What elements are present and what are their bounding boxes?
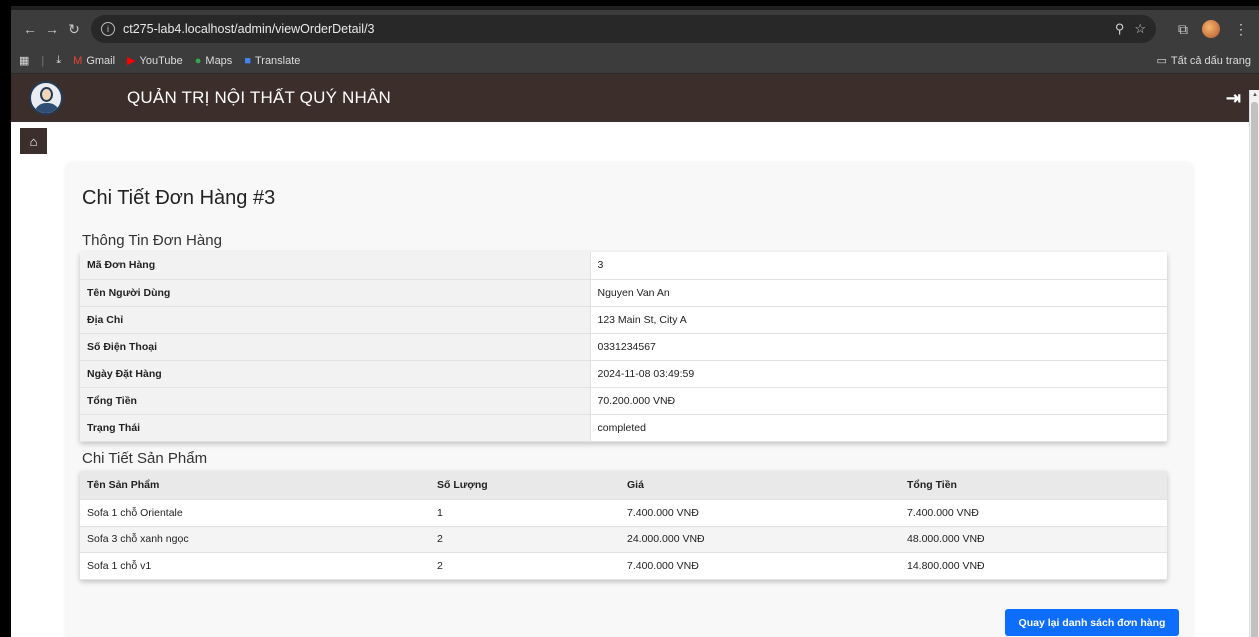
table-cell: 1 [430,499,620,527]
home-button[interactable]: ⌂ [20,128,47,154]
table-cell: Sofa 3 chỗ xanh ngọc [80,526,430,553]
table-cell: 24.000.000 VNĐ [620,526,900,553]
zoom-icon[interactable]: ⚲ [1115,21,1125,37]
table-cell: 2 [430,526,620,553]
info-value: 2024-11-08 03:49:59 [590,360,1167,388]
table-cell: 7.400.000 VNĐ [620,499,900,527]
info-row: Trạng Thái completed [80,414,1167,442]
info-row: Ngày Đặt Hàng 2024-11-08 03:49:59 [80,360,1167,388]
table-cell: 7.400.000 VNĐ [620,552,900,580]
info-row: Mã Đơn Hàng 3 [80,252,1167,280]
info-value: 0331234567 [590,333,1167,361]
order-info-title: Thông Tin Đơn Hàng [82,232,222,249]
table-cell: 7.400.000 VNĐ [900,499,1167,527]
info-label: Ngày Đặt Hàng [80,360,591,388]
column-header: Giá [620,470,900,500]
download-icon[interactable]: ⤓ [56,54,61,67]
logout-icon[interactable]: ⇥ [1226,88,1241,109]
order-detail-card: Chi Tiết Đơn Hàng #3 Thông Tin Đơn Hàng … [66,163,1193,637]
info-value: 3 [590,252,1167,280]
table-row: Sofa 1 chỗ Orientale 1 7.400.000 VNĐ 7.400.… [80,499,1167,527]
bookmarks-bar: ▦ | ⤓ M Gmail ▶ YouTube ● Maps ■ Translate ▭… [11,48,1259,74]
site-info-icon[interactable]: i [101,22,115,36]
products-title: Chi Tiết Sản Phẩm [82,449,208,467]
table-cell: 14.800.000 VNĐ [900,552,1167,580]
address-bar[interactable]: i ct275-lab4.localhost/admin/viewOrderDe… [91,15,1156,43]
extensions-icon[interactable]: ⧉ [1178,21,1188,38]
scroll-up-icon[interactable]: ▲ [1252,92,1258,98]
info-value: 70.200.000 VNĐ [590,387,1167,415]
home-icon: ⌂ [29,133,38,149]
page-title: Chi Tiết Đơn Hàng #3 [82,187,276,209]
apps-icon[interactable]: ▦ [19,54,29,67]
table-row: Sofa 1 chỗ v1 2 7.400.000 VNĐ 14.800.000 VN… [80,552,1167,580]
info-row: Tổng Tiền 70.200.000 VNĐ [80,387,1167,415]
bookmark-translate[interactable]: ■ Translate [244,55,300,67]
folder-icon: ▭ [1156,55,1167,67]
all-bookmarks[interactable]: ▭ Tất cả dấu trang [1156,54,1251,68]
app-title: QUẢN TRỊ NỘI THẤT QUÝ NHÂN [127,88,392,107]
info-label: Địa Chỉ [80,306,591,334]
info-row: Địa Chỉ 123 Main St, City A [80,306,1167,334]
page-scrollbar[interactable]: ▲ [1249,90,1259,637]
info-value: completed [590,414,1167,442]
table-cell: Sofa 1 chỗ Orientale [80,499,430,527]
app-header: QUẢN TRỊ NỘI THẤT QUÝ NHÂN ⇥ [11,74,1259,122]
info-value: Nguyen Van An [590,279,1167,307]
admin-avatar [29,81,63,115]
info-label: Số Điện Thoại [80,333,591,361]
column-header: Tên Sản Phẩm [80,470,430,500]
url-text[interactable]: ct275-lab4.localhost/admin/viewOrderDeta… [123,22,1105,36]
toolbar: ← → ↻ i ct275-lab4.localhost/admin/viewO… [11,10,1259,48]
table-cell: 48.000.000 VNĐ [900,526,1167,553]
bookmark-youtube[interactable]: ▶ YouTube [127,54,183,68]
menu-icon[interactable]: ⋮ [1234,21,1248,38]
info-label: Trạng Thái [80,414,591,442]
info-label: Tổng Tiền [80,387,591,415]
info-row: Tên Người Dùng Nguyen Van An [80,279,1167,307]
reload-icon[interactable]: ↻ [63,21,85,38]
back-arrow-icon[interactable]: ← [19,21,41,37]
back-to-orders-button[interactable]: Quay lại danh sách đơn hàng [1005,609,1179,636]
table-cell: Sofa 1 chỗ v1 [80,552,430,580]
divider: | [41,54,45,67]
order-info-table: Mã Đơn Hàng 3 Tên Người Dùng Nguyen Van An Đ… [80,252,1167,442]
table-row: Sofa 3 chỗ xanh ngọc 2 24.000.000 VNĐ 48.00… [80,526,1167,553]
profile-avatar[interactable] [1202,20,1220,38]
info-label: Mã Đơn Hàng [80,252,591,280]
bookmark-gmail[interactable]: M Gmail [73,55,115,67]
column-header: Số Lượng [430,470,620,500]
products-table: Tên Sản Phẩm Số Lượng Giá Tổng Tiền Sofa 1 … [80,470,1167,580]
table-cell: 2 [430,552,620,580]
column-header: Tổng Tiền [900,470,1167,500]
browser-window: ← → ↻ i ct275-lab4.localhost/admin/viewO… [11,6,1259,637]
info-value: 123 Main St, City A [590,306,1167,334]
scrollbar-thumb[interactable] [1251,102,1258,637]
bookmark-maps[interactable]: ● Maps [195,55,233,67]
star-icon[interactable]: ☆ [1134,21,1146,37]
info-label: Tên Người Dùng [80,279,591,307]
forward-arrow-icon[interactable]: → [41,21,63,37]
info-row: Số Điện Thoại 0331234567 [80,333,1167,361]
